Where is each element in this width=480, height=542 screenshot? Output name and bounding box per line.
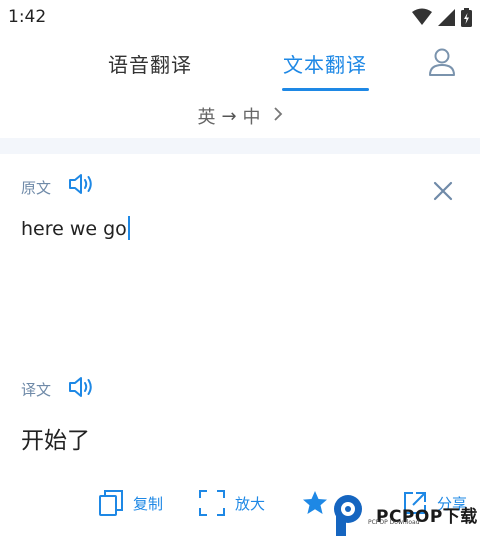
source-label: 原文 (21, 179, 52, 197)
target-speaker-button[interactable] (68, 375, 96, 399)
status-time: 1:42 (8, 7, 47, 27)
chevron-right-icon (273, 106, 283, 127)
tab-voice-translate[interactable]: 语音翻译 (108, 49, 192, 78)
arrow-right-icon: → (221, 105, 237, 127)
profile-button[interactable] (426, 46, 458, 78)
zoom-label: 放大 (235, 494, 266, 513)
pcpop-logo-icon (334, 495, 362, 536)
battery-icon (461, 7, 472, 27)
translation-text: 开始了 (21, 428, 90, 454)
star-icon (303, 491, 327, 514)
wifi-icon (412, 8, 432, 25)
fullscreen-icon (199, 490, 225, 516)
active-tab-indicator (282, 88, 369, 91)
speaker-icon (69, 174, 92, 194)
text-caret (127, 216, 130, 240)
section-divider (0, 138, 480, 154)
zoom-button[interactable]: 放大 (199, 488, 265, 518)
signal-icon (438, 8, 455, 26)
close-icon (433, 181, 453, 201)
watermark-subtext: PCPOP Download (368, 519, 420, 526)
language-selector[interactable]: 英 → 中 (0, 100, 480, 132)
copy-button[interactable]: 复制 (99, 488, 163, 518)
source-speaker-button[interactable] (68, 172, 96, 196)
favorite-button[interactable] (302, 488, 328, 518)
user-icon (429, 48, 455, 76)
copy-icon (99, 490, 123, 516)
clear-button[interactable] (432, 180, 454, 202)
tab-text-translate[interactable]: 文本翻译 (283, 49, 367, 78)
source-text-input[interactable]: here we go (21, 216, 130, 240)
target-label: 译文 (21, 381, 52, 399)
status-icons (412, 6, 472, 28)
target-language: 中 (242, 107, 261, 128)
source-language: 英 (197, 107, 216, 128)
speaker-icon (69, 377, 92, 397)
copy-label: 复制 (133, 494, 164, 513)
